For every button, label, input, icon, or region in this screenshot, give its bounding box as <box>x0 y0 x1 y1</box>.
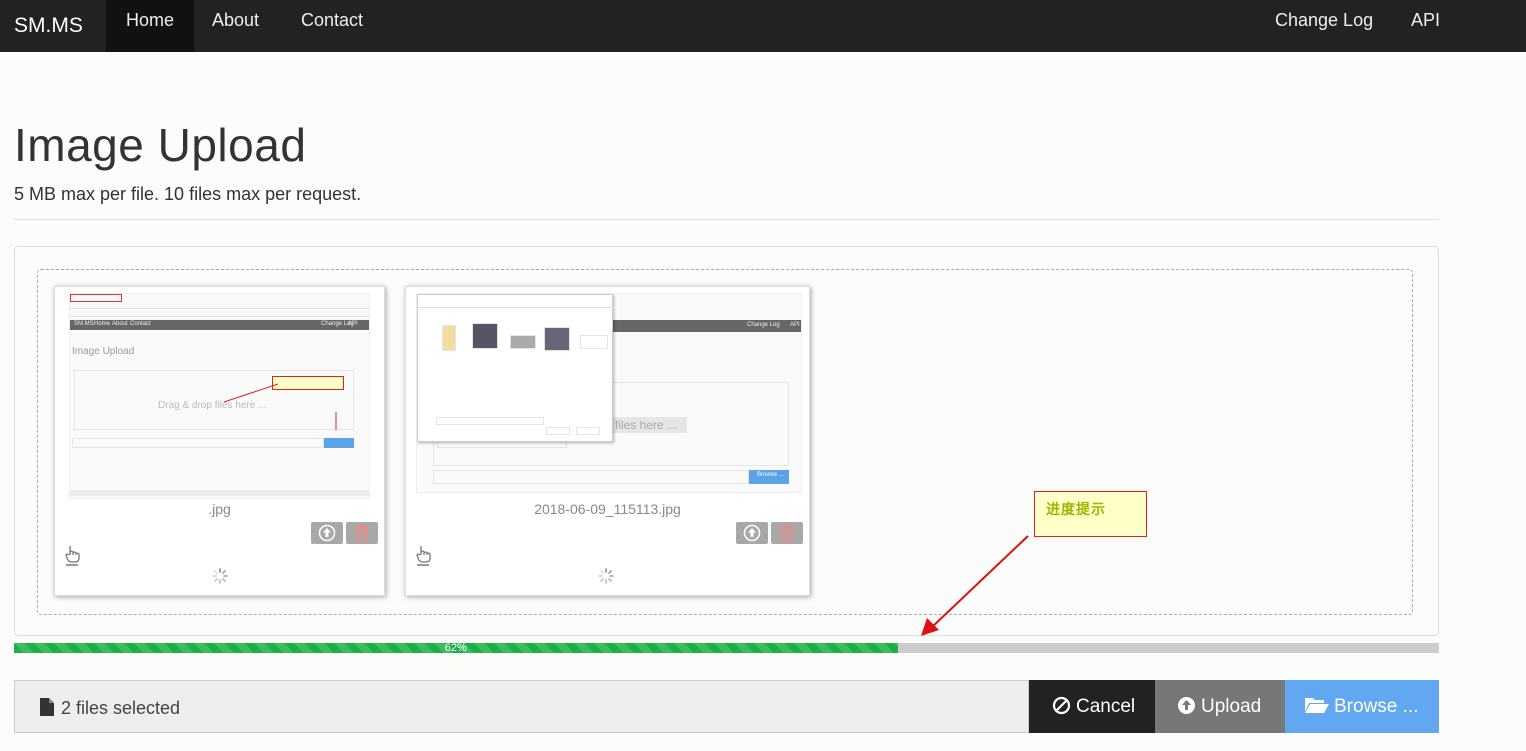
loading-spinner-icon <box>212 568 228 584</box>
nav-change-log[interactable]: Change Log <box>1275 0 1373 52</box>
browse-label: Browse ... <box>1334 696 1419 717</box>
preview-dialog-button <box>546 427 570 435</box>
file-caption-bar: 2 files selected <box>14 680 1029 733</box>
cancel-button[interactable]: Cancel <box>1029 680 1155 733</box>
preview-footer <box>70 490 369 496</box>
preview-file-icon <box>510 335 536 349</box>
preview-rule <box>70 308 369 309</box>
upload-panel: SM.MS Home About Contact Change Log API … <box>14 246 1439 636</box>
preview-file-icon <box>580 335 608 349</box>
navbar: SM.MS Home About Contact Change Log API <box>0 0 1526 52</box>
preview-rule <box>70 316 369 317</box>
browse-button[interactable]: Browse ... <box>1285 680 1439 733</box>
nav-contact[interactable]: Contact <box>301 0 363 52</box>
file-thumbnail: SM.MS Home About Contact Change Log API … <box>54 286 385 596</box>
preview-browse-label: Browse ... <box>757 472 784 478</box>
annotation-text: 进度提示 <box>1046 502 1106 518</box>
progress-label: 62% <box>444 642 467 654</box>
preview-filebar <box>433 470 749 484</box>
preview-drop-text: files here ... <box>615 418 678 432</box>
nav-home[interactable]: Home <box>106 0 194 52</box>
drag-handle-icon[interactable] <box>414 544 434 566</box>
header-divider <box>14 219 1439 220</box>
preview-nav-api: API <box>348 321 358 327</box>
preview-nav-about: About <box>112 321 128 327</box>
preview-nav-changelog: Change Log <box>747 322 780 328</box>
preview-arrow <box>223 383 279 403</box>
annotation-arrow <box>921 535 1029 636</box>
preview-filename-field <box>436 417 544 425</box>
nav-about[interactable]: About <box>212 0 259 52</box>
page-title: Image Upload <box>14 119 307 171</box>
preview-filebar <box>72 438 324 448</box>
file-icon <box>40 698 54 716</box>
preview-file-icon <box>472 323 498 349</box>
preview-rule <box>418 307 614 308</box>
trash-icon <box>356 526 368 542</box>
drag-handle-icon[interactable] <box>63 544 83 566</box>
dropzone[interactable]: SM.MS Home About Contact Change Log API … <box>37 269 1413 615</box>
upload-circle-icon <box>1178 696 1195 714</box>
upload-circle-icon <box>743 524 761 542</box>
delete-file-button[interactable] <box>771 522 803 544</box>
thumbnail-image: SM.MS Home About Contact Change Log API … <box>69 293 370 499</box>
folder-open-icon <box>1305 698 1329 714</box>
file-caption: .jpg <box>208 501 231 517</box>
preview-nav-contact: Contact <box>130 321 151 327</box>
file-actions <box>308 522 378 546</box>
preview-note <box>272 376 344 390</box>
preview-file-icon <box>442 325 456 351</box>
page-subtitle: 5 MB max per file. 10 files max per requ… <box>14 184 362 204</box>
upload-button[interactable]: Upload <box>1155 680 1285 733</box>
trash-icon <box>781 526 793 542</box>
preview-nav-brand: SM.MS <box>74 321 94 327</box>
preview-file-icon <box>544 327 570 351</box>
nav-api[interactable]: API <box>1411 0 1440 52</box>
ban-icon <box>1052 696 1071 715</box>
file-thumbnail: Change Log API files here ... Browse ... <box>405 286 810 596</box>
upload-file-button[interactable] <box>311 522 343 544</box>
preview-file-dialog <box>417 294 614 442</box>
upload-circle-icon <box>318 524 336 542</box>
loading-spinner-icon <box>598 568 614 584</box>
brand-logo[interactable]: SM.MS <box>14 0 83 52</box>
thumbnail-image: Change Log API files here ... Browse ... <box>416 293 802 493</box>
preview-tab <box>70 294 122 302</box>
preview-browse <box>324 438 354 448</box>
file-actions <box>733 522 803 546</box>
cancel-label: Cancel <box>1076 696 1136 717</box>
preview-nav-api: API <box>790 322 800 328</box>
selected-files-caption: 2 files selected <box>61 698 181 718</box>
delete-file-button[interactable] <box>346 522 378 544</box>
file-caption: 2018-06-09_115113.jpg <box>534 501 681 517</box>
upload-progress-bar: 62% <box>14 642 1439 654</box>
upload-label: Upload <box>1201 696 1262 717</box>
preview-dialog-button <box>576 427 600 435</box>
preview-arrow <box>335 412 337 430</box>
progress-fill: 62% <box>14 642 898 654</box>
preview-nav-home: Home <box>94 321 111 327</box>
annotation-note: 进度提示 <box>1034 491 1147 537</box>
preview-title: Image Upload <box>72 346 135 357</box>
upload-file-button[interactable] <box>736 522 768 544</box>
